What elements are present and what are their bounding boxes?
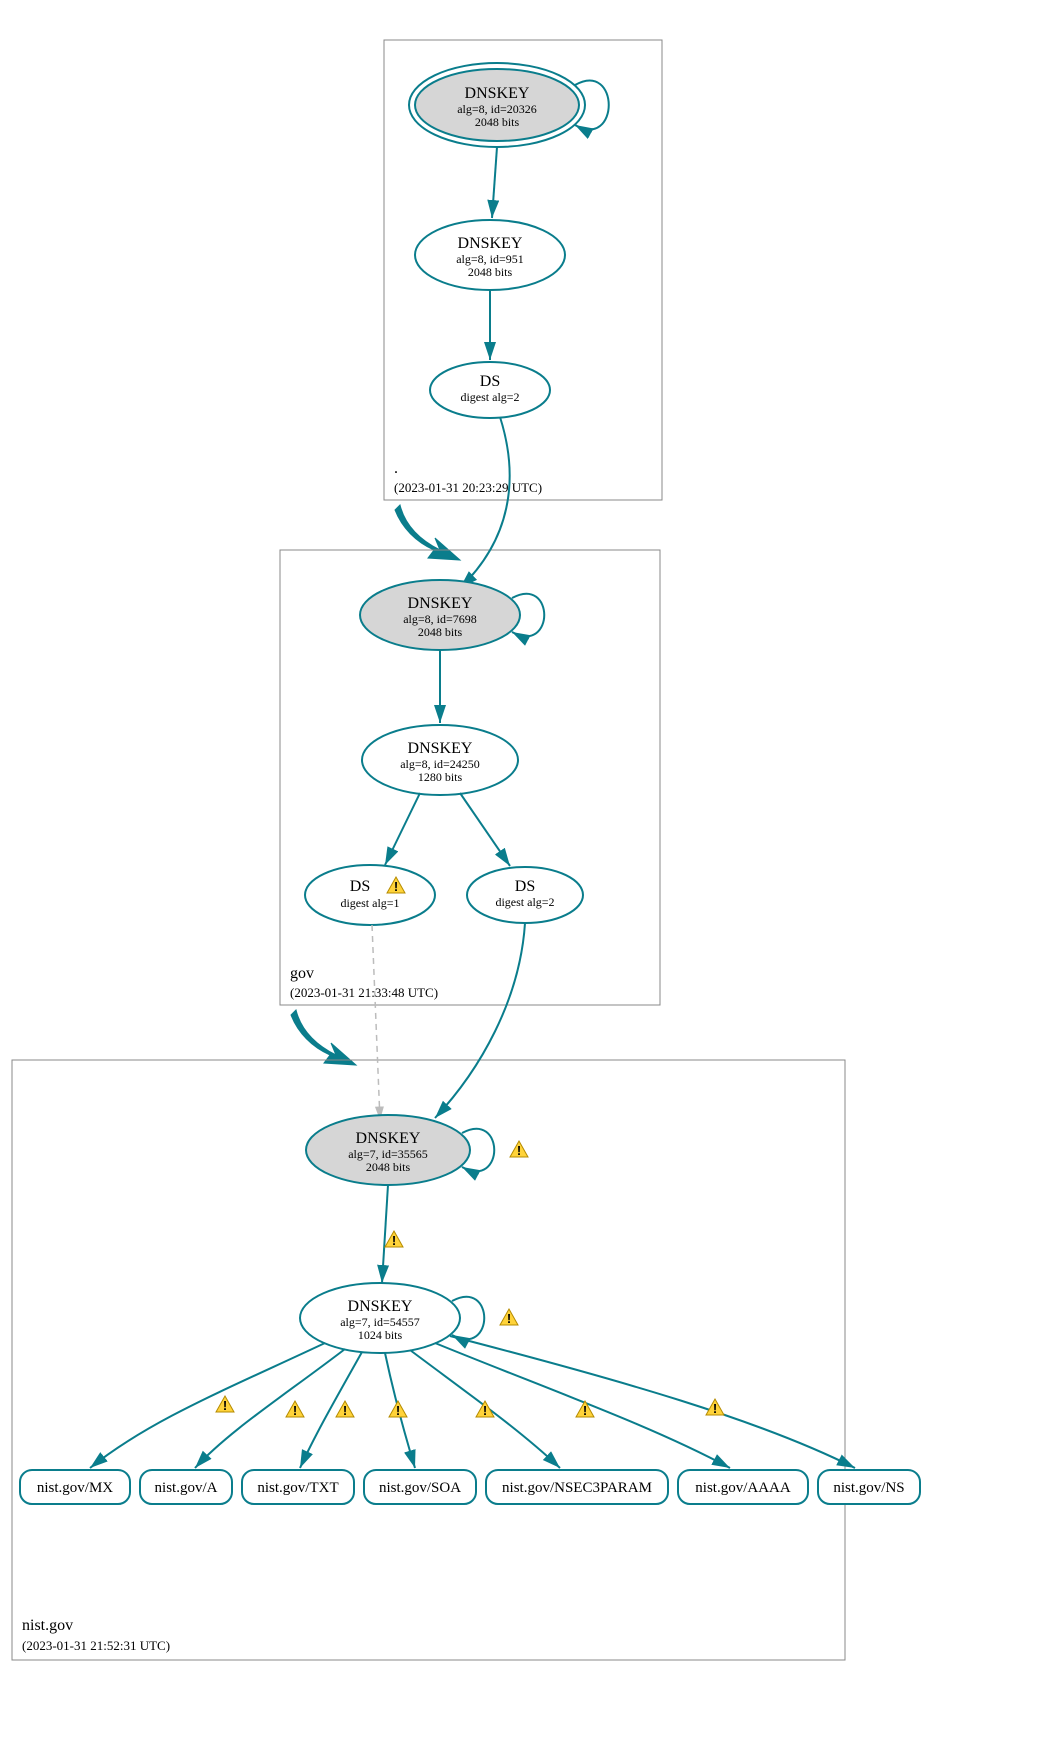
node-gov-ds1[interactable]: DS digest alg=1 [305,865,435,925]
zone-root-name: . [394,460,398,477]
warning-icon [336,1401,354,1418]
edge-rootksk-rootzsk [492,147,497,218]
zone-gov-time: (2023-01-31 21:33:48 UTC) [290,985,438,1000]
svg-text:nist.gov/SOA: nist.gov/SOA [379,1480,461,1496]
edge-ds2-nistksk [435,923,525,1118]
svg-text:digest alg=2: digest alg=2 [460,390,519,404]
rr-nsec3param[interactable]: nist.gov/NSEC3PARAM [486,1470,668,1504]
svg-text:1280 bits: 1280 bits [418,770,463,784]
svg-text:1024 bits: 1024 bits [358,1328,403,1342]
zone-gov-name: gov [290,965,314,982]
warning-icon [510,1141,528,1158]
edge-zsk-txt [300,1352,362,1468]
svg-text:nist.gov/MX: nist.gov/MX [37,1480,113,1496]
edge-ds1-nistksk [372,925,380,1120]
edge-rootds-govksk [460,417,510,588]
node-gov-ds2[interactable]: DS digest alg=2 [467,867,583,923]
node-root-ds[interactable]: DS digest alg=2 [430,362,550,418]
svg-text:alg=8, id=7698: alg=8, id=7698 [403,612,477,626]
node-gov-ksk[interactable]: DNSKEY alg=8, id=7698 2048 bits [360,580,520,650]
warning-icon [389,1401,407,1418]
rr-ns[interactable]: nist.gov/NS [818,1470,920,1504]
svg-text:DS: DS [515,878,535,895]
svg-text:nist.gov/A: nist.gov/A [155,1480,218,1496]
warning-icon [500,1309,518,1326]
svg-text:DNSKEY: DNSKEY [408,595,473,612]
edge-nistksk-nistzsk [382,1185,388,1283]
svg-text:DNSKEY: DNSKEY [408,740,473,757]
rr-txt[interactable]: nist.gov/TXT [242,1470,354,1504]
zone-root-time: (2023-01-31 20:23:29 UTC) [394,480,542,495]
edge-govzsk-ds1 [385,793,420,865]
svg-text:digest alg=2: digest alg=2 [495,895,554,909]
svg-text:digest alg=1: digest alg=1 [340,896,399,910]
svg-text:DS: DS [480,373,500,390]
zone-nist-time: (2023-01-31 21:52:31 UTC) [22,1638,170,1653]
node-root-zsk[interactable]: DNSKEY alg=8, id=951 2048 bits [415,220,565,290]
edge-govzsk-ds2 [460,793,510,866]
svg-text:DNSKEY: DNSKEY [458,235,523,252]
svg-text:nist.gov/TXT: nist.gov/TXT [257,1480,338,1496]
svg-text:nist.gov/NS: nist.gov/NS [833,1480,904,1496]
zone-arrow-gov-nist [291,1010,356,1065]
node-nist-ksk[interactable]: DNSKEY alg=7, id=35565 2048 bits [306,1115,470,1185]
zone-nist-name: nist.gov [22,1617,73,1634]
svg-text:DS: DS [350,878,370,895]
zone-arrow-root-gov [395,505,460,560]
svg-text:2048 bits: 2048 bits [468,265,513,279]
svg-text:DNSKEY: DNSKEY [465,85,530,102]
svg-text:DNSKEY: DNSKEY [348,1298,413,1315]
edge-root-ksk-self [575,81,609,130]
svg-text:2048 bits: 2048 bits [475,115,520,129]
rr-soa[interactable]: nist.gov/SOA [364,1470,476,1504]
svg-text:2048 bits: 2048 bits [418,625,463,639]
edge-zsk-ns [450,1336,855,1468]
warning-icon [286,1401,304,1418]
rr-a[interactable]: nist.gov/A [140,1470,232,1504]
svg-text:2048 bits: 2048 bits [366,1160,411,1174]
warning-icon [385,1231,403,1248]
svg-text:DNSKEY: DNSKEY [356,1130,421,1147]
rr-mx[interactable]: nist.gov/MX [20,1470,130,1504]
node-gov-zsk[interactable]: DNSKEY alg=8, id=24250 1280 bits [362,725,518,795]
svg-text:alg=7, id=54557: alg=7, id=54557 [340,1315,420,1329]
warning-icon [706,1399,724,1416]
svg-text:alg=8, id=951: alg=8, id=951 [456,252,524,266]
edge-zsk-mx [90,1343,325,1468]
node-root-ksk[interactable]: DNSKEY alg=8, id=20326 2048 bits [409,63,585,147]
svg-text:nist.gov/AAAA: nist.gov/AAAA [695,1480,791,1496]
warning-icon [216,1396,234,1413]
warning-icon [576,1401,594,1418]
svg-text:alg=7, id=35565: alg=7, id=35565 [348,1147,428,1161]
svg-text:alg=8, id=20326: alg=8, id=20326 [457,102,537,116]
rr-aaaa[interactable]: nist.gov/AAAA [678,1470,808,1504]
svg-text:nist.gov/NSEC3PARAM: nist.gov/NSEC3PARAM [502,1480,652,1496]
svg-text:alg=8, id=24250: alg=8, id=24250 [400,757,480,771]
